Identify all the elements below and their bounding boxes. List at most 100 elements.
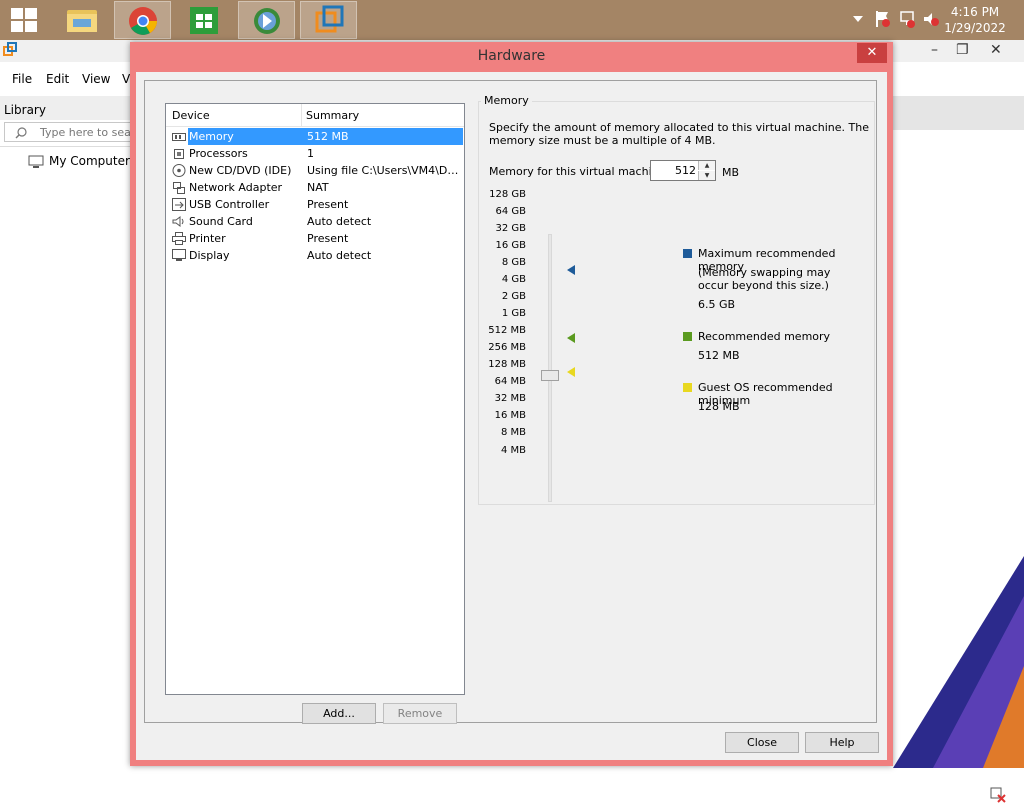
device-list[interactable]: Device Summary Memory 512 MB Processors …	[165, 103, 465, 695]
clock[interactable]: 4:16 PM 1/29/2022	[940, 4, 1010, 36]
download-manager-icon	[254, 8, 280, 34]
taskbar-vmware[interactable]	[300, 1, 357, 39]
column-device[interactable]: Device	[172, 109, 210, 122]
display-icon	[172, 249, 186, 261]
menu-vm[interactable]: V	[122, 72, 130, 86]
close-window-icon[interactable]: ✕	[990, 42, 1002, 58]
device-row-printer[interactable]: Printer Present	[170, 230, 463, 247]
menu-view[interactable]: View	[82, 72, 110, 86]
tree-item-label: My Computer	[49, 154, 130, 168]
taskbar-download-manager[interactable]	[238, 1, 295, 39]
close-button[interactable]: Close	[725, 732, 799, 753]
device-name: Printer	[189, 232, 226, 245]
scale-label: 8 GB	[501, 257, 526, 268]
remove-button[interactable]: Remove	[383, 703, 457, 724]
device-name: Display	[189, 249, 230, 262]
network-icon[interactable]	[898, 10, 916, 28]
device-summary: Auto detect	[307, 249, 372, 262]
scale-label: 8 MB	[500, 427, 526, 438]
vmware-background-graphic	[893, 556, 1024, 768]
device-row-usb-controller[interactable]: USB Controller Present	[170, 196, 463, 213]
device-name: USB Controller	[189, 198, 270, 211]
spin-up-icon[interactable]: ▲	[698, 161, 715, 170]
library-title: Library	[4, 103, 46, 117]
scale-label: 32 MB	[494, 393, 526, 404]
spin-down-icon[interactable]: ▼	[698, 171, 715, 180]
main-content-area	[893, 96, 1024, 803]
scale-label: 1 GB	[501, 308, 526, 319]
device-row-processors[interactable]: Processors 1	[170, 145, 463, 162]
device-summary: 1	[307, 147, 314, 160]
taskbar-file-explorer[interactable]	[55, 1, 112, 39]
windows-logo-icon	[11, 8, 23, 19]
folder-icon	[67, 10, 97, 32]
memory-description: Specify the amount of memory allocated t…	[489, 121, 869, 147]
menu-file[interactable]: File	[12, 72, 32, 86]
printer-icon	[172, 232, 186, 245]
scale-label: 16 MB	[494, 410, 526, 421]
memory-icon	[172, 133, 186, 141]
scale-label: 2 GB	[501, 291, 526, 302]
dialog-close-icon[interactable]: ✕	[857, 43, 887, 63]
action-center-flag-icon[interactable]	[874, 10, 890, 28]
device-summary: Present	[307, 232, 349, 245]
scale-label: 128 MB	[488, 359, 526, 370]
library-search-input[interactable]: Type here to sear	[4, 122, 136, 142]
device-row-network-adapter[interactable]: Network Adapter NAT	[170, 179, 463, 196]
usb-icon	[172, 198, 186, 211]
taskbar-store[interactable]	[176, 1, 233, 39]
column-summary[interactable]: Summary	[306, 109, 359, 122]
recommended-marker-icon	[567, 333, 575, 343]
memory-slider-thumb[interactable]	[541, 370, 559, 381]
memory-unit: MB	[722, 166, 740, 179]
device-name: Memory	[188, 128, 305, 145]
scale-label: 256 MB	[488, 342, 526, 353]
device-row-cd-dvd[interactable]: New CD/DVD (IDE) Using file C:\Users\VM4…	[170, 162, 463, 179]
restore-icon[interactable]: ❐	[956, 42, 969, 58]
device-name: Sound Card	[189, 215, 253, 228]
device-name: Processors	[189, 147, 248, 160]
hardware-dialog: Hardware ✕ Device Summary Memory 512 MB …	[130, 42, 893, 766]
add-button[interactable]: Add...	[302, 703, 376, 724]
network-adapter-icon	[173, 182, 185, 194]
taskbar-chrome[interactable]	[114, 1, 171, 39]
tree-item-my-computer[interactable]: My Computer	[28, 154, 132, 170]
volume-muted-icon[interactable]	[922, 10, 940, 28]
guest-min-marker-icon	[567, 367, 575, 377]
library-search-placeholder: Type here to sear	[40, 126, 136, 139]
show-hidden-icons-icon[interactable]	[852, 14, 864, 24]
device-row-display[interactable]: Display Auto detect	[170, 247, 463, 264]
recommended-label: Recommended memory	[698, 330, 831, 343]
start-button[interactable]	[10, 7, 38, 33]
help-button[interactable]: Help	[805, 732, 879, 753]
vm-status-icon	[990, 787, 1006, 803]
column-separator	[301, 104, 302, 126]
max-recommended-value: 6.5 GB	[698, 298, 736, 311]
scale-label: 4 MB	[500, 445, 526, 456]
windows-logo-icon-part	[11, 21, 23, 32]
scale-label: 32 GB	[495, 223, 526, 234]
menu-edit[interactable]: Edit	[46, 72, 69, 86]
device-name: New CD/DVD (IDE)	[189, 164, 292, 177]
chrome-icon	[129, 7, 157, 35]
vmware-icon	[315, 5, 344, 33]
windows-logo-icon-part	[25, 21, 37, 32]
max-recommended-swatch	[683, 249, 692, 258]
dialog-client: Device Summary Memory 512 MB Processors …	[136, 72, 887, 760]
search-icon	[15, 127, 27, 139]
memory-value[interactable]: 512	[675, 164, 696, 177]
memory-slider-track[interactable]	[548, 234, 552, 502]
guest-min-value: 128 MB	[698, 400, 740, 413]
guest-min-swatch	[683, 383, 692, 392]
vmware-app-icon	[3, 42, 17, 56]
device-row-sound-card[interactable]: Sound Card Auto detect	[170, 213, 463, 230]
windows-logo-icon-part	[25, 8, 37, 19]
minimize-icon[interactable]: –	[931, 42, 938, 58]
memory-group-label: Memory	[481, 94, 532, 107]
device-row-memory[interactable]: Memory 512 MB	[170, 128, 463, 145]
store-icon	[190, 7, 218, 34]
device-summary: Using file C:\Users\VM4\Dow...	[307, 164, 463, 177]
clock-date: 1/29/2022	[944, 21, 1006, 35]
memory-spinbox[interactable]: 512 ▲ ▼	[650, 160, 716, 181]
scale-label: 64 GB	[495, 206, 526, 217]
